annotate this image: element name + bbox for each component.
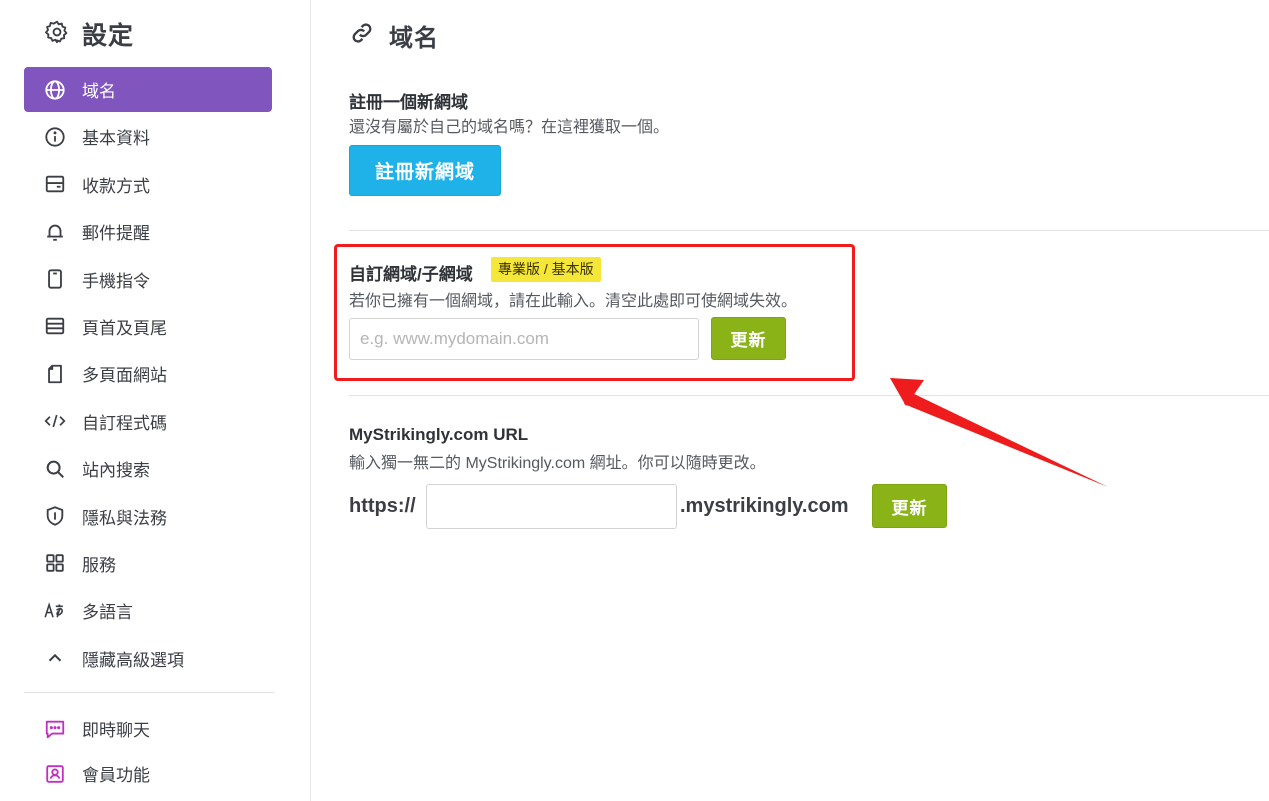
annotation-arrow-icon [890,378,1108,487]
sidebar-item-label: 會員功能 [82,766,150,785]
sidebar-item-label: 隱藏高級選項 [82,650,184,670]
sidebar-item-label: 多頁面網站 [82,366,167,386]
shield-icon [44,505,66,527]
layout-icon [44,315,66,337]
search-icon [44,458,66,480]
sidebar-item-label: 基本資料 [82,129,150,149]
info-icon [44,126,66,148]
page-title-text: 域名 [389,25,439,52]
sidebar-item-payment[interactable]: 收款方式 [24,162,272,207]
register-domain-button[interactable]: 註冊新網域 [349,145,501,196]
sidebar-item-header-footer[interactable]: 頁首及頁尾 [24,304,272,349]
sidebar-item-label: 收款方式 [82,176,150,196]
sidebar-item-custom-code[interactable]: 自訂程式碼 [24,399,272,444]
sidebar-item-multi-page[interactable]: 多頁面網站 [24,351,272,396]
sidebar-nav: 域名 基本資料 收款方式 郵件提醒 手機指令 頁首及頁尾 多頁面網站 自訂程式碼… [24,67,272,683]
sidebar-item-services[interactable]: 服務 [24,541,272,586]
mobile-icon [44,268,66,290]
custom-domain-title: 自訂網域/子網域 [349,265,473,284]
sidebar-title-text: 設定 [82,22,135,50]
plan-badge: 專業版 / 基本版 [491,257,601,282]
sidebar-item-site-search[interactable]: 站內搜索 [24,446,272,491]
mystrikingly-description: 輸入獨一無二的 MyStrikingly.com 網址。你可以隨時更改。 [349,455,766,472]
sidebar-item-label: 多語言 [82,603,133,623]
url-suffix: .mystrikingly.com [680,495,849,517]
sidebar-item-label: 郵件提醒 [82,224,150,244]
globe-icon [44,79,66,101]
sidebar-item-label: 頁首及頁尾 [82,318,167,338]
page-title: 域名 [349,18,439,53]
register-description: 還沒有屬於自己的域名嗎？在這裡獲取一個。 [349,119,670,136]
language-icon [44,600,66,622]
section-divider [349,395,1269,396]
sidebar-item-mobile-commands[interactable]: 手機指令 [24,257,272,302]
chevron-up-icon [44,647,66,669]
sidebar-item-email-alerts[interactable]: 郵件提醒 [24,209,272,254]
register-title: 註冊一個新網域 [349,93,468,112]
code-icon [44,410,66,432]
mystrikingly-update-button[interactable]: 更新 [872,484,947,528]
sidebar-item-label: 域名 [82,82,116,101]
sidebar-item-domain[interactable]: 域名 [24,67,272,112]
sidebar-item-label: 即時聊天 [82,721,150,740]
custom-domain-input[interactable] [349,318,699,360]
pages-icon [44,363,66,385]
sidebar-divider [24,692,274,693]
url-prefix: https:// [349,495,416,517]
sidebar-item-live-chat[interactable]: 即時聊天 [24,706,272,751]
gear-icon [44,19,70,50]
sidebar-item-label: 服務 [82,555,116,575]
sidebar-extra-nav: 即時聊天 會員功能 [24,706,272,796]
sidebar-item-label: 隱私與法務 [82,508,167,528]
mystrikingly-title: MyStrikingly.com URL [349,425,529,444]
member-icon [44,763,66,785]
sidebar-item-multi-language[interactable]: 多語言 [24,588,272,633]
sidebar-item-privacy-legal[interactable]: 隱私與法務 [24,494,272,539]
sidebar-item-membership[interactable]: 會員功能 [24,751,272,796]
sidebar-item-basic-info[interactable]: 基本資料 [24,114,272,159]
sidebar-item-label: 手機指令 [82,271,150,291]
sidebar-item-label: 自訂程式碼 [82,413,167,433]
custom-domain-description: 若你已擁有一個網域，請在此輸入。清空此處即可使網域失效。 [349,293,798,310]
wallet-icon [44,173,66,195]
sidebar-item-label: 站內搜索 [82,461,150,481]
grid-icon [44,552,66,574]
sidebar-item-hide-advanced[interactable]: 隱藏高級選項 [24,636,272,681]
mystrikingly-subdomain-input[interactable] [426,484,677,529]
custom-domain-update-button[interactable]: 更新 [711,317,786,360]
section-divider [349,230,1269,231]
chat-icon [44,718,66,740]
link-icon [349,20,375,51]
sidebar-title: 設定 [44,16,134,52]
bell-icon [44,221,66,243]
sidebar: 設定 域名 基本資料 收款方式 郵件提醒 手機指令 頁首及頁尾 多頁面網站 自訂… [0,0,311,801]
